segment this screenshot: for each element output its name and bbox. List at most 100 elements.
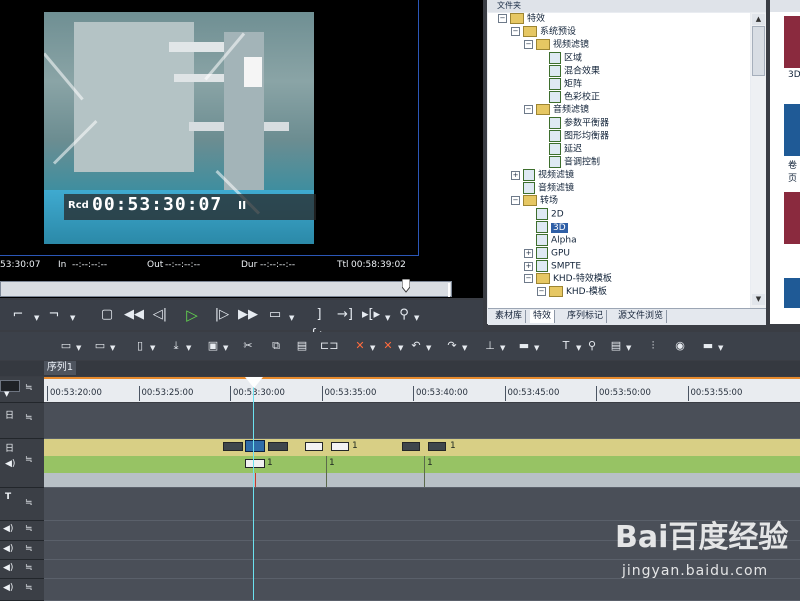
chevron-down-icon[interactable]: ▼ [223,344,228,352]
tree-node[interactable]: Alpha [524,234,577,247]
tree-node[interactable]: + 视频滤镜 [511,169,574,182]
play-icon[interactable]: ▷ [182,305,202,325]
tab-bin[interactable]: 素材库 [492,310,527,323]
sequence-tab[interactable]: 序列1 [44,361,76,375]
cut-icon[interactable]: ✂ [240,338,256,354]
tree-node[interactable]: + SMPTE [524,260,581,273]
render-icon[interactable]: ▤ [608,338,624,354]
text-icon[interactable]: T [558,338,574,354]
new-icon[interactable]: ▯ [132,338,148,354]
clip-thumbnail[interactable] [223,442,243,451]
copy-icon[interactable]: ⧉ [268,338,284,354]
chevron-down-icon[interactable]: ▼ [110,344,115,352]
tab-source-browser[interactable]: 源文件浏览 [615,310,668,323]
track-va-video[interactable] [44,439,800,457]
tree-node[interactable]: − 系统预设 [511,26,576,39]
track-sync-icon[interactable]: ≒ [25,563,33,573]
effect-thumbnail[interactable] [784,104,800,156]
chevron-down-icon[interactable]: ▼ [289,314,294,322]
tree-node[interactable]: 2D [524,208,564,221]
tree-node[interactable]: − KHD-特效模板 [524,273,612,286]
folder-tree[interactable]: − 特效 − 系统预设 − 视频滤镜 区域 混合效果 矩阵 色彩校正 − 音频滤镜 参数平衡器 图形均衡器… [488,13,750,309]
mixer-icon[interactable]: ⫶ [645,338,661,354]
tree-node[interactable]: 3D [524,221,568,234]
clip-thumbnail[interactable] [268,442,288,451]
redo-icon[interactable]: ↷ [444,338,460,354]
split-icon[interactable]: ⊥ [482,338,498,354]
ripple-delete-icon[interactable]: ✕ [380,338,396,354]
chevron-down-icon[interactable]: ▼ [385,314,390,322]
chevron-down-icon[interactable]: ▼ [4,390,9,398]
track-sync-icon[interactable]: ≒ [25,544,33,554]
save-icon[interactable]: ▣ [205,338,221,354]
speaker-icon[interactable]: ◀) [3,544,13,554]
import-icon[interactable]: ⤓ [168,338,184,354]
set-out-icon[interactable]: ¬ [46,305,62,325]
tree-node[interactable]: − 音频滤镜 [524,104,589,117]
stop-icon[interactable]: ▢ [98,305,116,325]
video-fx-icon[interactable]: ▭ [58,338,74,354]
track-sync-icon[interactable]: ≒ [25,583,33,593]
step-back-icon[interactable]: ◁| [150,305,170,325]
speaker-icon[interactable]: ◀) [3,563,13,573]
output-icon[interactable]: ▭ [265,305,285,325]
track-a4[interactable] [44,579,800,601]
tree-node[interactable]: + GPU [524,247,570,260]
scroll-up-icon[interactable]: ▲ [752,14,765,25]
tree-node[interactable]: 延迟 [537,143,582,156]
chevron-down-icon[interactable]: ▼ [76,344,81,352]
chevron-down-icon[interactable]: ▼ [500,344,505,352]
tree-node[interactable]: − 转场 [511,195,558,208]
scroll-down-icon[interactable]: ▼ [752,294,765,305]
scrubber-handle[interactable] [402,279,410,293]
collapse-icon[interactable]: − [524,105,533,114]
paste-icon[interactable]: ▤ [294,338,310,354]
expand-icon[interactable]: + [524,261,533,271]
tab-effects[interactable]: 特效 [530,310,556,323]
title-track-icon[interactable]: T [5,492,11,502]
razor-icon[interactable]: ▬ [516,338,532,354]
chevron-down-icon[interactable]: ▼ [70,314,75,322]
tree-node[interactable]: 音调控制 [537,156,600,169]
timeline-scale-box[interactable] [0,380,20,392]
expand-icon[interactable]: + [524,248,533,258]
mic-icon[interactable]: ⚲ [584,338,600,354]
collapse-icon[interactable]: − [537,287,546,296]
color-icon[interactable]: ◉ [672,338,688,354]
track-sync-icon[interactable]: ≒ [25,455,33,465]
video-track-icon[interactable]: 日 [5,408,14,421]
collapse-icon[interactable]: − [524,274,533,283]
clip-thumbnail[interactable] [428,442,446,451]
tab-sequence-markers[interactable]: 序列标记 [564,310,608,323]
chevron-down-icon[interactable]: ▼ [150,344,155,352]
clip-thumbnail[interactable] [305,442,323,451]
chevron-down-icon[interactable]: ▼ [718,344,723,352]
settings-icon[interactable]: ▬ [700,338,716,354]
expand-icon[interactable]: + [511,170,520,180]
link-icon[interactable]: ⊏⊐ [320,338,338,354]
tree-node[interactable]: − 视频滤镜 [524,39,589,52]
set-in-icon[interactable]: ⌐ [10,305,26,325]
tree-node[interactable]: − 特效 [498,13,545,26]
tree-node[interactable]: − KHD-模板 [537,286,607,299]
delete-icon[interactable]: ✕ [352,338,368,354]
collapse-icon[interactable]: − [498,14,507,23]
track-sync-icon[interactable]: ≒ [25,524,33,534]
goto-out-icon[interactable]: →] [334,305,356,325]
tree-node[interactable]: 音频滤镜 [511,182,574,195]
chevron-down-icon[interactable]: ▼ [186,344,191,352]
match-frame-icon[interactable]: ⚲ [396,305,412,325]
chevron-down-icon[interactable]: ▼ [462,344,467,352]
effect-thumbnail[interactable] [784,278,800,308]
track-v1[interactable] [44,403,800,439]
step-forward-icon[interactable]: |▷ [212,305,232,325]
tree-node[interactable]: 色彩校正 [537,91,600,104]
chevron-down-icon[interactable]: ▼ [426,344,431,352]
clip-thumbnail-selected[interactable] [245,440,265,452]
track-va-audio[interactable] [44,456,800,474]
audio-fx-icon[interactable]: ▭ [92,338,108,354]
speaker-icon[interactable]: ◀) [3,524,13,534]
playhead-handle[interactable] [245,377,263,388]
play-in-out-icon[interactable]: ▸[▸ [360,305,382,325]
track-sync-icon[interactable]: ≒ [25,383,33,393]
